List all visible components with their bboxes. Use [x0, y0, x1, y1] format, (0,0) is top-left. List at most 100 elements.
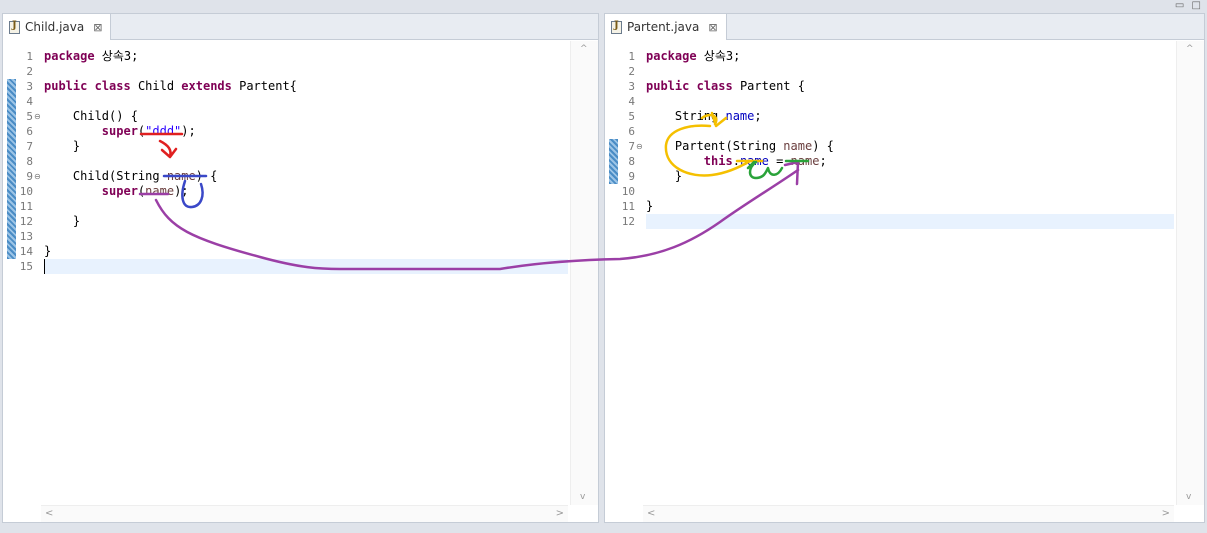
code-token: Child — [130, 79, 182, 93]
code-line[interactable]: Child() { — [44, 109, 568, 124]
tab-bar: Partent.java ⊠ — [605, 14, 1204, 40]
line-number: 10 — [621, 185, 635, 198]
code-line[interactable]: } — [44, 139, 568, 154]
code-token: extends — [181, 79, 232, 93]
code-line[interactable]: Partent(String name) { — [646, 139, 1174, 154]
code-line[interactable]: Child(String name) { — [44, 169, 568, 184]
code-line[interactable] — [646, 184, 1174, 199]
code-area[interactable]: 1 2 3 4 5 6 7 ⊖ 8 9 10 11 12 ^ v package 상속3; public … — [605, 41, 1204, 505]
line-number: 4 — [628, 95, 635, 108]
vertical-scrollbar[interactable]: ^ v — [570, 41, 598, 505]
line-number: 5 — [628, 110, 635, 123]
code-token: name — [725, 109, 755, 123]
code-token: ; — [754, 109, 762, 123]
code-token: public — [646, 79, 690, 93]
code-token: name — [790, 154, 820, 168]
line-number: 1 — [628, 50, 635, 63]
fold-toggle-icon[interactable]: ⊖ — [34, 169, 41, 184]
code-token: Child() { — [44, 109, 138, 123]
code-token: ); — [181, 124, 196, 138]
line-number: 6 — [628, 125, 635, 138]
code-line[interactable]: this.name = name; — [646, 154, 1174, 169]
code-line[interactable] — [44, 154, 568, 169]
code-line[interactable] — [44, 64, 568, 79]
window-controls[interactable]: ▭ □ — [1175, 0, 1203, 11]
code-token: ; — [819, 154, 827, 168]
code-token: ) { — [812, 139, 834, 153]
line-number: 2 — [26, 65, 33, 78]
code-token: ) { — [195, 169, 218, 183]
tab-bar: Child.java ⊠ — [3, 14, 598, 40]
code-token: package — [646, 49, 697, 63]
code-token: String — [646, 109, 726, 123]
code-line[interactable] — [44, 259, 568, 274]
code-token: . — [732, 154, 740, 168]
code-line[interactable]: package 상속3; — [44, 49, 568, 64]
code-line[interactable]: } — [44, 244, 568, 259]
scroll-left-icon[interactable]: < — [45, 508, 53, 519]
code-line[interactable] — [44, 229, 568, 244]
close-icon[interactable]: ⊠ — [708, 21, 717, 34]
close-icon[interactable]: ⊠ — [93, 21, 102, 34]
line-number: 15 — [19, 260, 33, 273]
horizontal-scrollbar[interactable]: < > — [41, 505, 568, 522]
code-token: 상속3; — [696, 49, 741, 63]
code-token: name — [145, 184, 175, 198]
code-line[interactable] — [646, 214, 1174, 229]
code-line[interactable]: super("ddd"); — [44, 124, 568, 139]
scroll-right-icon[interactable]: > — [556, 508, 564, 519]
fold-toggle-icon[interactable]: ⊖ — [34, 109, 41, 124]
vertical-scrollbar[interactable]: ^ v — [1176, 41, 1204, 505]
code-line[interactable]: } — [44, 214, 568, 229]
code-line[interactable] — [44, 199, 568, 214]
code-token: package — [44, 49, 95, 63]
scroll-right-icon[interactable]: > — [1162, 508, 1170, 519]
line-number: 3 — [628, 80, 635, 93]
fold-toggle-icon[interactable]: ⊖ — [636, 139, 643, 154]
code-line[interactable] — [44, 94, 568, 109]
tab-title: Child.java — [25, 20, 85, 34]
tab-child-java[interactable]: Child.java ⊠ — [3, 14, 112, 40]
scroll-up-icon[interactable]: ^ — [580, 44, 588, 54]
editor-partent-java[interactable]: Partent.java ⊠ 1234567⊖89101112 ^ v pack… — [604, 13, 1205, 523]
code-line[interactable] — [646, 94, 1174, 109]
code-line[interactable] — [646, 64, 1174, 79]
scroll-left-icon[interactable]: < — [647, 508, 655, 519]
code-token: = — [768, 154, 791, 168]
code-token: Partent { — [732, 79, 805, 93]
code-line[interactable]: } — [646, 169, 1174, 184]
java-file-icon — [611, 20, 622, 34]
code-token: } — [44, 244, 52, 258]
scroll-up-icon[interactable]: ^ — [1186, 44, 1194, 54]
text-caret — [44, 259, 45, 274]
horizontal-scrollbar[interactable]: < > — [643, 505, 1174, 522]
java-file-icon — [9, 20, 20, 34]
code-line[interactable]: public class Child extends Partent{ — [44, 79, 568, 94]
line-number-ruler: 1 2 3 4 5 ⊖ 6 7 8 9 ⊖ 10 11 12 13 14 15 — [3, 41, 41, 505]
line-number: 2 — [628, 65, 635, 78]
line-number: 12 — [621, 215, 635, 228]
scroll-down-icon[interactable]: v — [1186, 492, 1191, 502]
code-token: name — [166, 169, 196, 183]
editor-child-java[interactable]: Child.java ⊠ 12345⊖6789⊖101112131415 ^ v… — [2, 13, 599, 523]
line-number: 1 — [26, 50, 33, 63]
code-line[interactable]: } — [646, 199, 1174, 214]
code-token: Partent(String — [646, 139, 784, 153]
code-area[interactable]: 1 2 3 4 5 ⊖ 6 7 8 9 ⊖ 10 11 12 13 14 15 ^ v package 상속3;… — [3, 41, 598, 505]
tab-partent-java[interactable]: Partent.java ⊠ — [605, 14, 727, 40]
code-line[interactable]: String name; — [646, 109, 1174, 124]
code-token: Partent{ — [231, 79, 297, 93]
code-line[interactable] — [646, 124, 1174, 139]
code-token: class — [696, 79, 733, 93]
code-line[interactable]: super(name); — [44, 184, 568, 199]
code-line[interactable]: public class Partent { — [646, 79, 1174, 94]
code-token: this — [703, 154, 733, 168]
eclipse-workbench: ▭ □ Child.java ⊠ 12345⊖6789⊖101112131415… — [0, 0, 1207, 533]
scroll-down-icon[interactable]: v — [580, 492, 585, 502]
code-line[interactable]: package 상속3; — [646, 49, 1174, 64]
